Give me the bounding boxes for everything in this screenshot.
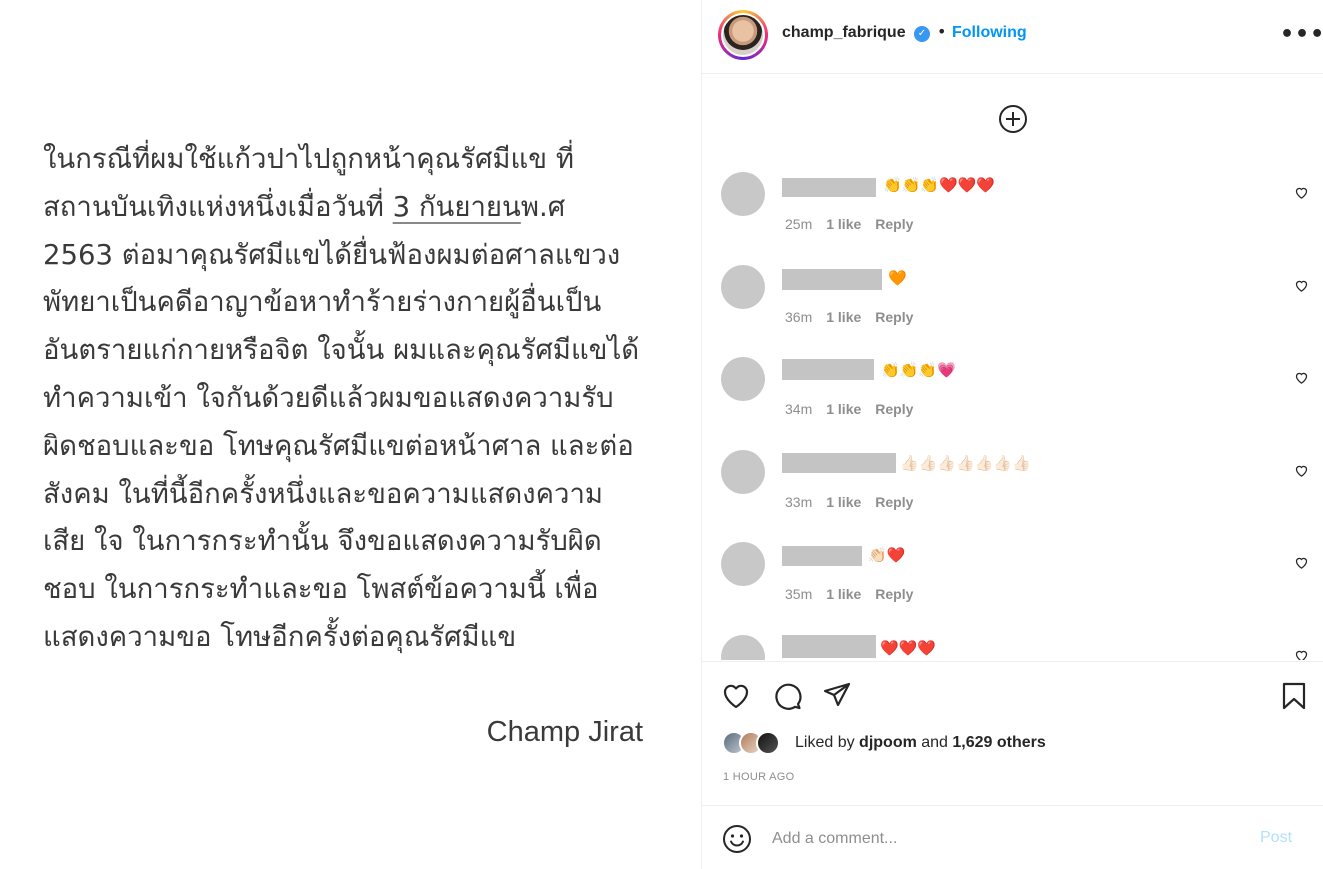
like-comment-heart-icon[interactable] <box>1294 463 1309 478</box>
post-comment-button[interactable]: Post <box>1260 829 1292 847</box>
post-text-line: แสดงความขอ โทษอีกครั้งต่อคุณรัศมีแข <box>43 620 517 653</box>
comment-avatar[interactable] <box>721 635 765 660</box>
emoji-smiley-icon[interactable] <box>722 824 752 854</box>
reply-button[interactable]: Reply <box>875 494 913 510</box>
likes-count-link[interactable]: 1,629 others <box>952 734 1045 751</box>
comment-text: 👏👏👏💗 <box>881 361 956 379</box>
like-comment-heart-icon[interactable] <box>1294 555 1309 570</box>
comment-likes[interactable]: 1 like <box>826 586 861 602</box>
post-text-line: เสีย ใจ ในการกระทำนั้น จึงขอแสดงความรับผ… <box>43 525 602 558</box>
comment-bubble-icon[interactable] <box>772 681 802 711</box>
post-text-line: อันตรายแก่กายหรือจิต ใจนั้น ผมและคุณรัศม… <box>43 334 640 367</box>
reply-button[interactable]: Reply <box>875 586 913 602</box>
like-heart-icon[interactable] <box>721 681 751 711</box>
comment-time[interactable]: 35m <box>785 586 812 602</box>
comment-input[interactable] <box>772 826 1242 852</box>
comment-item: ❤️❤️❤️ <box>702 635 1323 660</box>
post-timestamp[interactable]: 1 HOUR AGO <box>723 771 794 783</box>
verified-badge-icon: ✓ <box>914 26 930 42</box>
post-text-line: ในกรณีที่ผมใช้แก้วปาไปถูกหน้าคุณรัศมีแข … <box>43 143 574 175</box>
comment-meta: 25m 1 like Reply <box>785 216 927 232</box>
comment-meta: 36m 1 like Reply <box>785 309 927 325</box>
comment-avatar[interactable] <box>721 450 765 494</box>
comment-item: 👏👏👏❤️❤️❤️ 25m 1 like Reply <box>702 172 1323 252</box>
comment-time[interactable]: 25m <box>785 216 812 232</box>
post-text-line: 2563 ต่อมาคุณรัศมีแขได้ยื่นฟ้องผมต่อศาลแ… <box>43 238 621 271</box>
comment-avatar[interactable] <box>721 542 765 586</box>
comment-avatar[interactable] <box>721 172 765 216</box>
comment-username-redacted[interactable] <box>782 359 874 380</box>
date-link: 3 กันยายน <box>392 190 521 223</box>
post-image: ในกรณีที่ผมใช้แก้วปาไปถูกหน้าคุณรัศมีแข … <box>0 0 701 869</box>
comment-avatar[interactable] <box>721 357 765 401</box>
comment-text: ❤️❤️❤️ <box>880 639 937 657</box>
comment-time[interactable]: 33m <box>785 494 812 510</box>
comment-username-redacted[interactable] <box>782 635 876 658</box>
header-separator: • <box>937 22 947 41</box>
comment-meta: 34m 1 like Reply <box>785 401 927 417</box>
like-comment-heart-icon[interactable] <box>1294 278 1309 293</box>
more-options-icon[interactable]: ••• <box>1280 22 1323 47</box>
post-actions: Liked by djpoom and 1,629 others 1 HOUR … <box>702 661 1323 806</box>
comment-text: 🧡 <box>888 269 907 287</box>
avatar-image <box>721 13 765 57</box>
comment-username-redacted[interactable] <box>782 269 882 290</box>
comment-username-redacted[interactable] <box>782 546 862 566</box>
comments-list[interactable]: 👏👏👏❤️❤️❤️ 25m 1 like Reply 🧡 36m 1 like Repl… <box>702 75 1323 660</box>
reply-button[interactable]: Reply <box>875 216 913 232</box>
like-comment-heart-icon[interactable] <box>1294 648 1309 660</box>
comment-text: 👍🏻👍🏻👍🏻👍🏻👍🏻👍🏻👍🏻 <box>900 454 1031 472</box>
comment-item: 🧡 36m 1 like Reply <box>702 265 1323 345</box>
following-button[interactable]: Following <box>952 24 1027 42</box>
comment-username-redacted[interactable] <box>782 453 896 473</box>
post-signature: Champ Jirat <box>486 716 643 748</box>
load-more-comments-icon[interactable] <box>998 104 1028 134</box>
post-image-text: ในกรณีที่ผมใช้แก้วปาไปถูกหน้าคุณรัศมีแข … <box>43 136 693 662</box>
comment-avatar[interactable] <box>721 265 765 309</box>
reply-button[interactable]: Reply <box>875 401 913 417</box>
comment-likes[interactable]: 1 like <box>826 494 861 510</box>
comment-time[interactable]: 34m <box>785 401 812 417</box>
post-text-line: ทำความเข้า ใจกันด้วยดีแล้วผมขอแสดงความรั… <box>43 381 614 414</box>
comment-likes[interactable]: 1 like <box>826 216 861 232</box>
comment-likes[interactable]: 1 like <box>826 309 861 325</box>
share-send-icon[interactable] <box>822 681 852 711</box>
post-text-line: สังคม ในที่นี้อีกครั้งหนึ่งและขอความแสดง… <box>43 477 604 510</box>
like-comment-heart-icon[interactable] <box>1294 185 1309 200</box>
post-side-panel: champ_fabrique ✓ • Following ••• 👏👏👏❤️❤️… <box>701 0 1323 869</box>
comment-text: 👏👏👏❤️❤️❤️ <box>883 176 996 194</box>
comment-meta: 33m 1 like Reply <box>785 494 927 510</box>
liker-avatar <box>756 731 780 755</box>
comment-username-redacted[interactable] <box>782 178 876 197</box>
comment-time[interactable]: 36m <box>785 309 812 325</box>
like-comment-heart-icon[interactable] <box>1294 370 1309 385</box>
username-link[interactable]: champ_fabrique <box>782 24 906 42</box>
comment-item: 👏🏻❤️ 35m 1 like Reply <box>702 542 1323 622</box>
add-comment-bar: Post <box>702 805 1323 869</box>
comment-likes[interactable]: 1 like <box>826 401 861 417</box>
likes-summary: Liked by djpoom and 1,629 others <box>795 734 1046 751</box>
post-text-line: สถานบันเทิงแห่งหนึ่งเมื่อวันที่ 3 กันยาย… <box>43 190 566 223</box>
comment-meta: 35m 1 like Reply <box>785 586 927 602</box>
comment-item: 👍🏻👍🏻👍🏻👍🏻👍🏻👍🏻👍🏻 33m 1 like Reply <box>702 450 1323 530</box>
post-text-line: ชอบ ในการกระทำและขอ โพสต์ข้อความนี้ เพื่… <box>43 573 599 606</box>
profile-avatar[interactable] <box>718 10 768 60</box>
post-text-line: พัทยาเป็นคดีอาญาข้อหาทำร้ายร่างกายผู้อื่… <box>43 286 602 319</box>
comment-text: 👏🏻❤️ <box>868 546 906 564</box>
liker-username-link[interactable]: djpoom <box>859 734 917 751</box>
post-text-line: ผิดชอบและขอ โทษคุณรัศมีแขต่อหน้าศาล และต… <box>43 429 634 462</box>
comment-item: 👏👏👏💗 34m 1 like Reply <box>702 357 1323 437</box>
reply-button[interactable]: Reply <box>875 309 913 325</box>
post-header: champ_fabrique ✓ • Following ••• <box>702 0 1323 74</box>
save-bookmark-icon[interactable] <box>1279 681 1309 711</box>
